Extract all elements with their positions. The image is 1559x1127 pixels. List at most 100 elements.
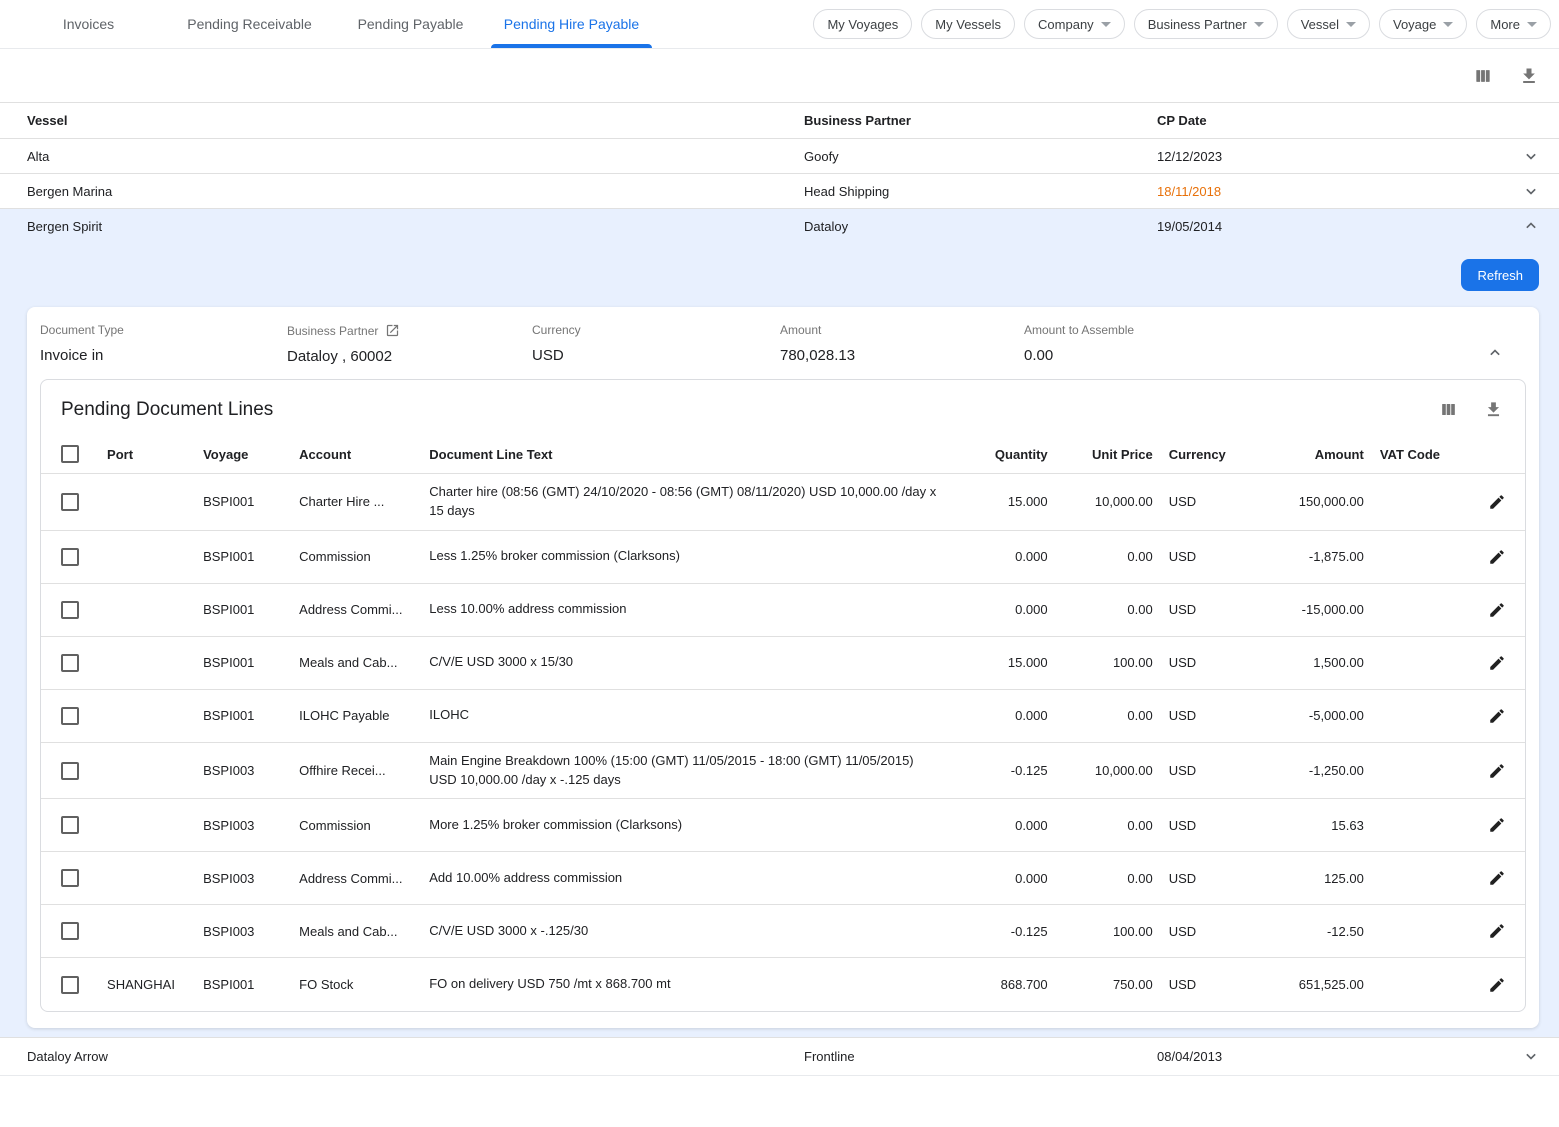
cp-date-value: 19/05/2014 (1157, 219, 1503, 234)
document-line-text-cell: Main Engine Breakdown 100% (15:00 (GMT) … (421, 742, 950, 799)
business-partner-column-header: Business Partner (804, 113, 1157, 128)
document-line-row[interactable]: BSPI003 Offhire Recei... Main Engine Bre… (41, 742, 1525, 799)
document-line-row[interactable]: BSPI001 Meals and Cab... C/V/E USD 3000 … (41, 636, 1525, 689)
more-filter-dropdown[interactable]: More (1476, 9, 1551, 39)
tab-pending-hire-payable[interactable]: Pending Hire Payable (491, 0, 652, 48)
chevron-up-icon[interactable] (1521, 216, 1541, 236)
row-checkbox[interactable] (61, 707, 79, 725)
chevron-down-icon[interactable] (1521, 181, 1541, 201)
document-line-text-cell: Less 10.00% address commission (421, 583, 950, 636)
pending-document-lines-title: Pending Document Lines (61, 399, 273, 421)
document-line-text-cell: C/V/E USD 3000 x 15/30 (421, 636, 950, 689)
columns-icon[interactable] (1471, 64, 1495, 88)
voyage-filter-dropdown[interactable]: Voyage (1379, 9, 1467, 39)
edit-line-pencil-icon[interactable] (1486, 599, 1508, 621)
voyage-cell: BSPI003 (195, 905, 291, 958)
vat-code-cell (1372, 583, 1469, 636)
document-line-row[interactable]: BSPI001 Address Commi... Less 10.00% add… (41, 583, 1525, 636)
vessel-row-dataloy-arrow[interactable]: Dataloy Arrow Frontline 08/04/2013 (0, 1037, 1559, 1076)
edit-line-pencil-icon[interactable] (1486, 814, 1508, 836)
document-type-value: Invoice in (40, 347, 287, 364)
my-vessels-filter-button[interactable]: My Vessels (921, 9, 1015, 39)
select-all-checkbox[interactable] (61, 445, 79, 463)
tab-pending-payable[interactable]: Pending Payable (330, 0, 491, 48)
account-cell: Meals and Cab... (291, 905, 421, 958)
vessel-filter-dropdown[interactable]: Vessel (1287, 9, 1370, 39)
row-checkbox[interactable] (61, 548, 79, 566)
currency-cell: USD (1161, 530, 1242, 583)
download-icon[interactable] (1482, 398, 1505, 421)
amount-cell: -1,875.00 (1242, 530, 1372, 583)
business-partner-name: Head Shipping (804, 184, 1157, 199)
edit-line-pencil-icon[interactable] (1486, 760, 1508, 782)
vessel-table: Vessel Business Partner CP Date Alta Goo… (0, 102, 1559, 243)
vat-code-column-header: VAT Code (1372, 435, 1469, 474)
edit-line-pencil-icon[interactable] (1486, 491, 1508, 513)
document-line-row[interactable]: BSPI003 Meals and Cab... C/V/E USD 3000 … (41, 905, 1525, 958)
columns-icon[interactable] (1437, 398, 1460, 421)
document-line-row[interactable]: BSPI003 Address Commi... Add 10.00% addr… (41, 852, 1525, 905)
tab-invoices[interactable]: Invoices (8, 0, 169, 48)
port-cell (99, 583, 195, 636)
pill-label: Voyage (1393, 17, 1436, 32)
document-line-text-column-header: Document Line Text (421, 435, 950, 474)
vessel-name: Dataloy Arrow (27, 1049, 804, 1064)
vessel-row-alta[interactable]: Alta Goofy 12/12/2023 (0, 138, 1559, 173)
row-checkbox[interactable] (61, 601, 79, 619)
edit-line-pencil-icon[interactable] (1486, 920, 1508, 942)
voyage-cell: BSPI003 (195, 799, 291, 852)
port-cell (99, 799, 195, 852)
row-checkbox[interactable] (61, 816, 79, 834)
company-filter-dropdown[interactable]: Company (1024, 9, 1125, 39)
document-line-text-cell: Less 1.25% broker commission (Clarksons) (421, 530, 950, 583)
port-cell (99, 905, 195, 958)
edit-line-pencil-icon[interactable] (1486, 652, 1508, 674)
pending-document-lines-table: Port Voyage Account Document Line Text Q… (41, 435, 1525, 1011)
row-checkbox[interactable] (61, 869, 79, 887)
chevron-down-icon[interactable] (1521, 146, 1541, 166)
document-type-label: Document Type (40, 323, 287, 337)
quantity-cell: 0.000 (951, 852, 1056, 905)
dropdown-caret-icon (1346, 22, 1356, 27)
document-line-row[interactable]: BSPI001 Commission Less 1.25% broker com… (41, 530, 1525, 583)
row-checkbox[interactable] (61, 922, 79, 940)
refresh-button[interactable]: Refresh (1461, 259, 1539, 291)
vessel-row-bergen-marina[interactable]: Bergen Marina Head Shipping 18/11/2018 (0, 173, 1559, 208)
download-icon[interactable] (1517, 64, 1541, 88)
amount-cell: 651,525.00 (1242, 958, 1372, 1011)
business-partner-filter-dropdown[interactable]: Business Partner (1134, 9, 1278, 39)
document-line-row[interactable]: BSPI001 ILOHC Payable ILOHC 0.000 0.00 U… (41, 689, 1525, 742)
edit-line-pencil-icon[interactable] (1486, 546, 1508, 568)
row-checkbox[interactable] (61, 493, 79, 511)
vat-code-cell (1372, 474, 1469, 531)
pill-label: Company (1038, 17, 1094, 32)
document-line-row[interactable]: BSPI001 Charter Hire ... Charter hire (0… (41, 474, 1525, 531)
chevron-up-icon[interactable] (1485, 343, 1505, 363)
vat-code-cell (1372, 530, 1469, 583)
document-line-row[interactable]: SHANGHAI BSPI001 FO Stock FO on delivery… (41, 958, 1525, 1011)
chevron-down-icon[interactable] (1521, 1046, 1541, 1066)
edit-line-pencil-icon[interactable] (1486, 867, 1508, 889)
row-checkbox[interactable] (61, 976, 79, 994)
account-cell: Offhire Recei... (291, 742, 421, 799)
row-checkbox[interactable] (61, 762, 79, 780)
vessel-row-bergen-spirit[interactable]: Bergen Spirit Dataloy 19/05/2014 (0, 208, 1559, 243)
vat-code-cell (1372, 852, 1469, 905)
edit-line-pencil-icon[interactable] (1486, 974, 1508, 996)
account-cell: ILOHC Payable (291, 689, 421, 742)
open-in-new-icon[interactable] (385, 323, 400, 338)
edit-line-pencil-icon[interactable] (1486, 705, 1508, 727)
document-line-row[interactable]: BSPI003 Commission More 1.25% broker com… (41, 799, 1525, 852)
currency-cell: USD (1161, 799, 1242, 852)
my-voyages-filter-button[interactable]: My Voyages (813, 9, 912, 39)
tab-pending-receivable[interactable]: Pending Receivable (169, 0, 330, 48)
port-cell (99, 530, 195, 583)
row-checkbox[interactable] (61, 654, 79, 672)
document-line-text-cell: C/V/E USD 3000 x -.125/30 (421, 905, 950, 958)
amount-to-assemble-value: 0.00 (1024, 347, 1526, 364)
unit-price-cell: 100.00 (1056, 905, 1161, 958)
cp-date-column-header: CP Date (1157, 113, 1503, 128)
dropdown-caret-icon (1443, 22, 1453, 27)
pill-label: More (1490, 17, 1520, 32)
pill-label: Vessel (1301, 17, 1339, 32)
